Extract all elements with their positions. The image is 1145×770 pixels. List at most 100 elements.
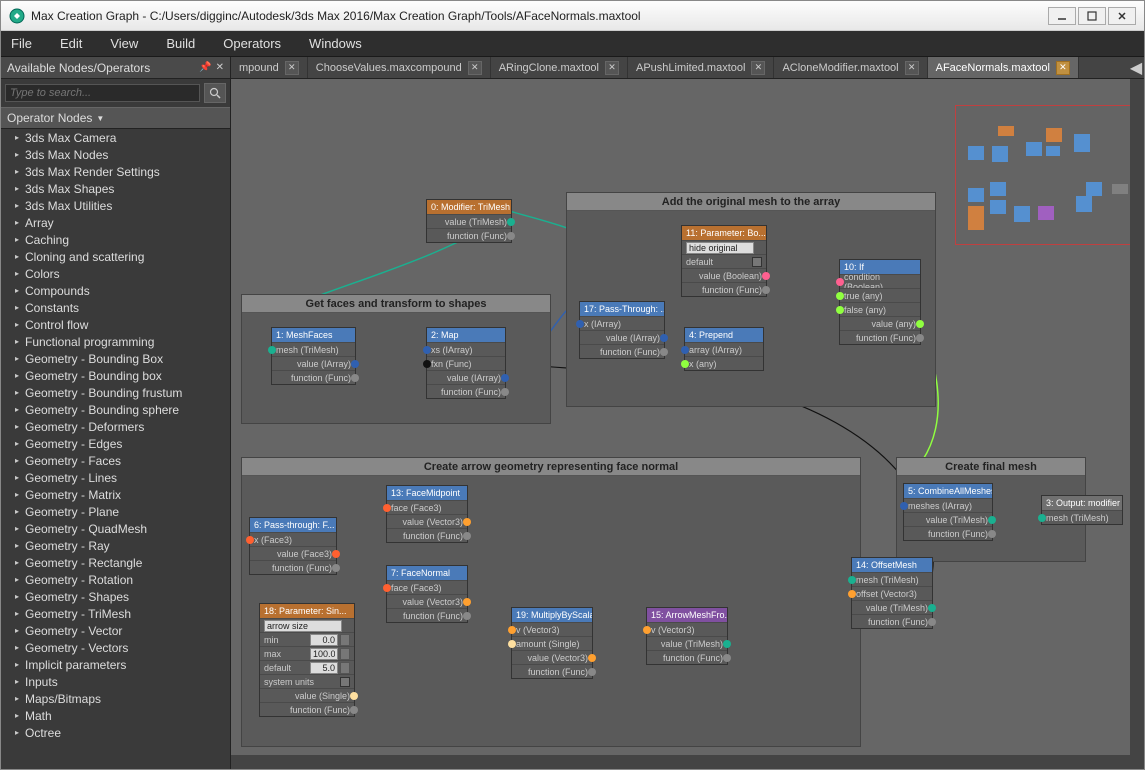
tab[interactable]: ChooseValues.maxcompound✕: [308, 57, 491, 79]
menu-edit[interactable]: Edit: [60, 36, 82, 51]
operator-tree[interactable]: ▸3ds Max Camera▸3ds Max Nodes▸3ds Max Re…: [1, 129, 230, 769]
tree-item[interactable]: ▸Geometry - Bounding box: [1, 367, 230, 384]
tree-item[interactable]: ▸Control flow: [1, 316, 230, 333]
tab-close-icon[interactable]: ✕: [1056, 61, 1070, 75]
tab-close-icon[interactable]: ✕: [468, 61, 482, 75]
tree-item[interactable]: ▸Octree: [1, 724, 230, 741]
param-single-name[interactable]: [264, 620, 342, 632]
node-meshfaces[interactable]: 1: MeshFaces mesh (TriMesh) value (IArra…: [271, 327, 356, 385]
node-output[interactable]: 3: Output: modifier mesh (TriMesh): [1041, 495, 1123, 525]
spinner[interactable]: [340, 634, 350, 646]
tree-item[interactable]: ▸Geometry - Rectangle: [1, 554, 230, 571]
tree-item[interactable]: ▸Geometry - Lines: [1, 469, 230, 486]
tab[interactable]: ARingClone.maxtool✕: [491, 57, 628, 79]
sidebar: Available Nodes/Operators 📌 ✕ Operator N…: [1, 57, 231, 769]
tree-item[interactable]: ▸Maps/Bitmaps: [1, 690, 230, 707]
tree-item[interactable]: ▸Caching: [1, 231, 230, 248]
tab[interactable]: AFaceNormals.maxtool✕: [928, 57, 1079, 79]
search-input[interactable]: [5, 84, 200, 102]
tree-item[interactable]: ▸Geometry - Bounding Box: [1, 350, 230, 367]
tree-item[interactable]: ▸Geometry - Faces: [1, 452, 230, 469]
menu-file[interactable]: File: [11, 36, 32, 51]
tree-item[interactable]: ▸Inputs: [1, 673, 230, 690]
menu-operators[interactable]: Operators: [223, 36, 281, 51]
tree-item[interactable]: ▸Geometry - Shapes: [1, 588, 230, 605]
tree-item[interactable]: ▸Geometry - Plane: [1, 503, 230, 520]
category-header[interactable]: Operator Nodes▼: [1, 107, 230, 129]
vertical-scrollbar[interactable]: [1130, 79, 1144, 769]
tree-item[interactable]: ▸3ds Max Utilities: [1, 197, 230, 214]
tree-item[interactable]: ▸Geometry - Bounding frustum: [1, 384, 230, 401]
tree-item[interactable]: ▸Geometry - Ray: [1, 537, 230, 554]
tree-item[interactable]: ▸3ds Max Nodes: [1, 146, 230, 163]
minimap[interactable]: [955, 105, 1140, 245]
spinner[interactable]: [340, 648, 350, 660]
app-window: Max Creation Graph - C:/Users/digginc/Au…: [0, 0, 1145, 770]
minimize-button[interactable]: [1048, 7, 1076, 25]
tree-item[interactable]: ▸Geometry - Bounding sphere: [1, 401, 230, 418]
tree-item[interactable]: ▸Math: [1, 707, 230, 724]
tree-item[interactable]: ▸Colors: [1, 265, 230, 282]
tree-item[interactable]: ▸Geometry - Edges: [1, 435, 230, 452]
tab[interactable]: ACloneModifier.maxtool✕: [774, 57, 927, 79]
tree-item[interactable]: ▸Geometry - Vector: [1, 622, 230, 639]
search-button[interactable]: [204, 83, 226, 103]
graph-canvas[interactable]: Get faces and transform to shapes Add th…: [231, 79, 1144, 769]
node-facemidpoint[interactable]: 13: FaceMidpoint face (Face3) value (Vec…: [386, 485, 468, 543]
spinner[interactable]: [340, 662, 350, 674]
node-map[interactable]: 2: Map xs (IArray) fxn (Func) value (IAr…: [426, 327, 506, 399]
panel-close-icon[interactable]: ✕: [216, 62, 224, 73]
node-facenormal[interactable]: 7: FaceNormal face (Face3) value (Vector…: [386, 565, 468, 623]
caret-icon: ▸: [15, 235, 25, 244]
tree-item[interactable]: ▸3ds Max Camera: [1, 129, 230, 146]
tree-item[interactable]: ▸Geometry - TriMesh: [1, 605, 230, 622]
caret-icon: ▸: [15, 167, 25, 176]
default-input[interactable]: [310, 662, 338, 674]
tree-item[interactable]: ▸Compounds: [1, 282, 230, 299]
node-combine[interactable]: 5: CombineAllMeshes meshes (IArray) valu…: [903, 483, 993, 541]
node-multiply[interactable]: 19: MultiplyByScalar v (Vector3) amount …: [511, 607, 593, 679]
pin-icon[interactable]: 📌: [199, 62, 211, 73]
tree-item[interactable]: ▸Functional programming: [1, 333, 230, 350]
maximize-button[interactable]: [1078, 7, 1106, 25]
tab-close-icon[interactable]: ✕: [285, 61, 299, 75]
max-input[interactable]: [310, 648, 338, 660]
tree-item[interactable]: ▸Geometry - Deformers: [1, 418, 230, 435]
tree-item[interactable]: ▸3ds Max Render Settings: [1, 163, 230, 180]
tree-item[interactable]: ▸Geometry - Matrix: [1, 486, 230, 503]
horizontal-scrollbar[interactable]: [231, 755, 1130, 769]
checkbox[interactable]: [752, 257, 762, 267]
tab-scroll-left[interactable]: ◀: [1128, 58, 1144, 78]
min-input[interactable]: [310, 634, 338, 646]
menu-view[interactable]: View: [110, 36, 138, 51]
node-passthrough-17[interactable]: 17: Pass-Through: ... x (IArray) value (…: [579, 301, 665, 359]
tab-close-icon[interactable]: ✕: [751, 61, 765, 75]
tab[interactable]: mpound✕: [231, 57, 308, 79]
tree-item[interactable]: ▸Geometry - Vectors: [1, 639, 230, 656]
node-prepend[interactable]: 4: Prepend array (IArray) x (any): [684, 327, 764, 371]
tree-item[interactable]: ▸Implicit parameters: [1, 656, 230, 673]
tab[interactable]: APushLimited.maxtool✕: [628, 57, 774, 79]
menubar: File Edit View Build Operators Windows: [1, 31, 1144, 57]
node-passthrough-6[interactable]: 6: Pass-through: F... x (Face3) value (F…: [249, 517, 337, 575]
tree-item[interactable]: ▸Constants: [1, 299, 230, 316]
menu-build[interactable]: Build: [166, 36, 195, 51]
node-if[interactable]: 10: If condition (Boolean) true (any) fa…: [839, 259, 921, 345]
node-param-single[interactable]: 18: Parameter: Sin... min max default sy…: [259, 603, 355, 717]
close-button[interactable]: [1108, 7, 1136, 25]
caret-icon: ▸: [15, 490, 25, 499]
tree-item[interactable]: ▸3ds Max Shapes: [1, 180, 230, 197]
checkbox[interactable]: [340, 677, 350, 687]
menu-windows[interactable]: Windows: [309, 36, 362, 51]
node-param-bool[interactable]: 11: Parameter: Bo... default value (Bool…: [681, 225, 767, 297]
tree-item[interactable]: ▸Geometry - QuadMesh: [1, 520, 230, 537]
node-modifier[interactable]: 0: Modifier: TriMesh value (TriMesh) fun…: [426, 199, 512, 243]
param-bool-field[interactable]: [686, 242, 754, 254]
node-offsetmesh[interactable]: 14: OffsetMesh mesh (TriMesh) offset (Ve…: [851, 557, 933, 629]
node-arrowmesh[interactable]: 15: ArrowMeshFro... v (Vector3) value (T…: [646, 607, 728, 665]
tree-item[interactable]: ▸Cloning and scattering: [1, 248, 230, 265]
tab-close-icon[interactable]: ✕: [605, 61, 619, 75]
tree-item[interactable]: ▸Array: [1, 214, 230, 231]
tab-close-icon[interactable]: ✕: [905, 61, 919, 75]
tree-item[interactable]: ▸Geometry - Rotation: [1, 571, 230, 588]
